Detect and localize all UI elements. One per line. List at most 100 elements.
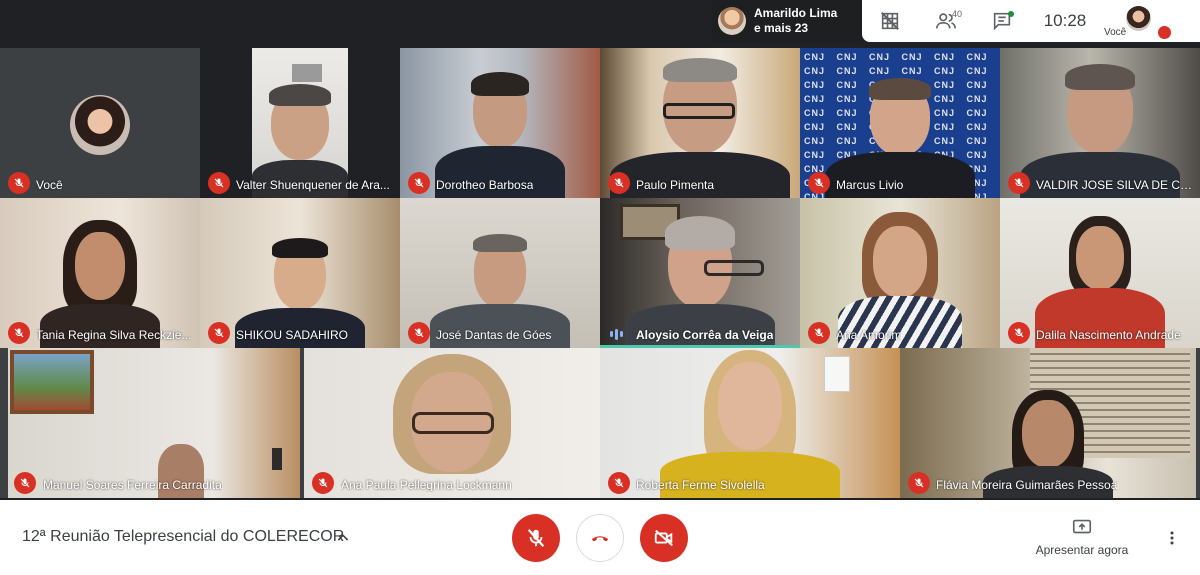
chat-button[interactable] (974, 0, 1030, 42)
mic-off-icon (608, 172, 630, 194)
mic-off-icon (312, 472, 334, 494)
participant-hair (272, 238, 328, 258)
hang-up-icon (591, 536, 609, 542)
participant-tile[interactable]: Roberta Ferme Sivolella (600, 348, 900, 498)
mic-off-icon (1008, 172, 1030, 194)
participant-hair (1065, 64, 1135, 90)
more-options-button[interactable] (1160, 526, 1184, 550)
participant-tile[interactable]: Dalila Nascimento Andrade (1000, 198, 1200, 348)
participant-hair (665, 216, 735, 250)
participant-name: Ana Amorim (836, 328, 902, 342)
mic-off-icon (608, 472, 630, 494)
participant-name: Manuel Soares Ferreira Carradita (43, 478, 222, 492)
participant-name: SHIKOU SADAHIRO (236, 328, 349, 342)
participant-name: Dalila Nascimento Andrade (1036, 328, 1181, 342)
ceiling-vent (292, 64, 322, 82)
self-preview[interactable]: Você (1100, 0, 1172, 42)
mic-off-icon (208, 172, 230, 194)
mic-off-icon (808, 322, 830, 344)
meeting-title[interactable]: 12ª Reunião Telepresencial do COLERECOR (22, 528, 344, 546)
participant-tile[interactable]: VALDIR JOSE SILVA DE CA... (1000, 48, 1200, 198)
wall-paper (824, 356, 850, 392)
wall-painting (10, 350, 94, 414)
mic-off-icon (1008, 322, 1030, 344)
video-feed (304, 348, 600, 498)
participant-avatar (70, 95, 130, 155)
present-now-button[interactable]: Apresentar agora (1030, 516, 1134, 564)
mic-off-icon (8, 322, 30, 344)
participant-face (1076, 226, 1124, 290)
layout-button[interactable] (862, 0, 918, 42)
participant-tile[interactable]: Você (0, 48, 200, 198)
leave-call-button[interactable] (576, 514, 624, 562)
presenter-chip[interactable]: Amarildo Lima e mais 23 (712, 0, 862, 42)
mic-off-icon (8, 172, 30, 194)
presenter-name: Amarildo Lima (754, 6, 838, 20)
participant-tile[interactable]: José Dantas de Góes (400, 198, 600, 348)
participant-tile[interactable]: Paulo Pimenta (600, 48, 800, 198)
present-now-label: Apresentar agora (1035, 543, 1129, 557)
participant-name: José Dantas de Góes (436, 328, 552, 342)
top-right-panel: 40 10:28 Você (862, 0, 1200, 42)
camera-button[interactable] (640, 514, 688, 562)
participant-face (75, 232, 125, 300)
video-feed (252, 48, 348, 198)
mic-off-icon (408, 172, 430, 194)
people-count: 40 (952, 9, 963, 19)
participant-tile[interactable]: Manuel Soares Ferreira Carradita (0, 348, 300, 498)
participant-name: Tania Regina Silva Reckzie... (36, 328, 192, 342)
presenter-more: e mais 23 (754, 21, 809, 35)
participant-face (1022, 400, 1074, 468)
participant-face (718, 362, 782, 450)
participant-tile[interactable]: Ana Amorim (800, 198, 1000, 348)
participant-name: Marcus Livio (836, 178, 904, 192)
self-preview-avatar (1126, 6, 1151, 31)
camera-off-icon (654, 529, 673, 547)
more-vert-icon (1170, 531, 1174, 545)
participant-name: Ana Paula Pellegrina Lockmann (341, 478, 512, 492)
participant-name: Roberta Ferme Sivolella (636, 478, 765, 492)
participant-glasses (663, 103, 735, 119)
participant-glasses (412, 412, 494, 434)
mic-off-icon (1158, 26, 1171, 39)
mic-off-icon (908, 472, 930, 494)
microphone-button[interactable] (512, 514, 560, 562)
mic-off-icon (527, 529, 545, 547)
presenter-text: Amarildo Lima e mais 23 (754, 6, 837, 36)
bottom-bar: 12ª Reunião Telepresencial do COLERECOR … (0, 500, 1200, 575)
grid-off-icon (881, 12, 899, 30)
wall-switch (272, 448, 282, 470)
self-preview-label: Você (1104, 27, 1127, 38)
mic-off-icon (14, 472, 36, 494)
participant-name: Valter Shuenquener de Ara... (236, 178, 390, 192)
video-feed (900, 348, 1196, 498)
participant-tile[interactable]: Ana Paula Pellegrina Lockmann (300, 348, 600, 498)
mic-off-icon (208, 322, 230, 344)
participant-hair (473, 234, 527, 252)
participant-tile[interactable]: Aloysio Corrêa da Veiga (600, 198, 800, 348)
chevron-up-icon[interactable] (335, 530, 351, 546)
participant-face (873, 226, 927, 298)
participant-hair (663, 58, 737, 82)
participant-tile[interactable]: CNJ CNJ CNJ CNJ CNJ CNJ CNJ CNJ CNJ CNJ … (800, 48, 1000, 198)
chat-notification-dot (1008, 11, 1014, 17)
participant-glasses (704, 260, 764, 276)
participant-hair (869, 78, 931, 100)
mic-off-icon (408, 322, 430, 344)
participant-tile[interactable]: Tania Regina Silva Reckzie... (0, 198, 200, 348)
participant-tile[interactable]: SHIKOU SADAHIRO (200, 198, 400, 348)
presenter-avatar (718, 7, 746, 35)
clock: 10:28 (1043, 11, 1087, 30)
present-screen-icon (1072, 519, 1092, 534)
participant-tile[interactable]: Valter Shuenquener de Ara... (200, 48, 400, 198)
participant-name: VALDIR JOSE SILVA DE CA... (1036, 178, 1196, 192)
people-button[interactable]: 40 (918, 0, 974, 42)
meet-window: Amarildo Lima e mais 23 40 10:28 Você Vo… (0, 0, 1200, 575)
video-feed (8, 348, 300, 498)
participant-tile[interactable]: Flávia Moreira Guimarães Pessoa (900, 348, 1200, 498)
speaking-indicator-icon (610, 327, 626, 341)
participant-hair (269, 84, 331, 106)
mic-off-icon (808, 172, 830, 194)
participant-name: Paulo Pimenta (636, 178, 715, 192)
participant-tile[interactable]: Dorotheo Barbosa (400, 48, 600, 198)
